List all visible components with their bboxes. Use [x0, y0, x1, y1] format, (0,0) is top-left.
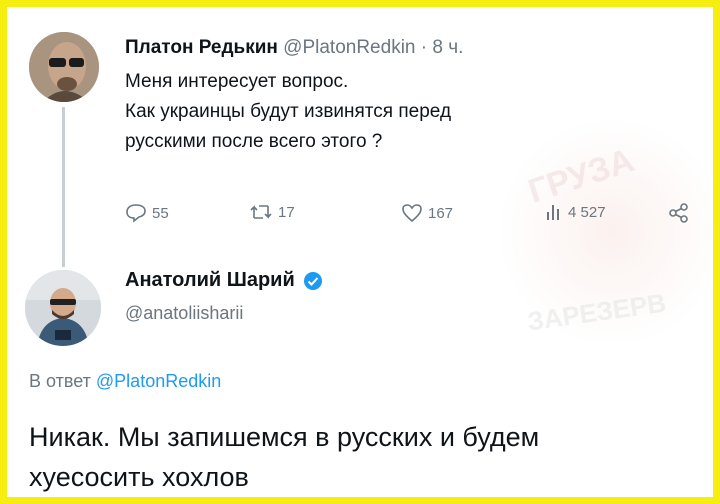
reply-icon — [126, 204, 146, 223]
avatar-anatoliy[interactable] — [25, 270, 101, 346]
tweet2-author-handle[interactable]: @anatoliisharii — [125, 303, 243, 324]
reply-button[interactable]: 55 — [125, 203, 169, 223]
reply-to-line: В ответ @PlatonRedkin — [29, 371, 221, 392]
thread-line — [62, 107, 65, 267]
tweet1-author-name[interactable]: Платон Редькин — [125, 37, 278, 58]
reply-to-prefix: В ответ — [29, 371, 91, 391]
like-button[interactable]: 167 — [401, 203, 453, 223]
tweet1-time[interactable]: · 8 ч. — [421, 37, 464, 58]
tweet1-line: русскими после всего этого ? — [125, 131, 383, 152]
share-icon — [669, 203, 688, 223]
reply-count: 55 — [152, 204, 169, 222]
views-count: 4 527 — [568, 203, 606, 221]
tweet2-author-name[interactable]: Анатолий Шарий — [125, 269, 295, 292]
views-icon — [547, 205, 559, 220]
retweet-button[interactable]: 17 — [249, 203, 295, 221]
views-button[interactable]: 4 527 — [545, 203, 606, 221]
tweet2-line: Никак. Мы запишемся в русских и будем — [29, 422, 540, 452]
tweet1-text: Меня интересует вопрос. Как украинцы буд… — [125, 67, 665, 157]
tweet2-text: Никак. Мы запишемся в русских и будем ху… — [29, 417, 709, 497]
share-button[interactable] — [668, 203, 690, 223]
like-icon — [402, 204, 422, 223]
avatar-platon[interactable] — [29, 32, 99, 102]
retweet-icon — [250, 205, 272, 219]
tweet2-author-row: Анатолий Шарий — [125, 269, 323, 292]
like-count: 167 — [428, 204, 454, 222]
screenshot-frame: ГРУЗА ЗАРЕЗЕРВ Платон Редькин @PlatonRed… — [0, 0, 720, 504]
retweet-count: 17 — [278, 203, 295, 221]
tweet1-actions: 55 17 167 4 527 — [125, 203, 695, 227]
verified-badge-icon — [303, 271, 322, 290]
tweet1-line: Меня интересует вопрос. — [125, 71, 349, 92]
tweet1-line: Как украинцы будут извинятся перед — [125, 101, 452, 122]
tweet1-author-handle[interactable]: @PlatonRedkin — [283, 37, 415, 58]
tweet2-line: хуесосить хохлов — [29, 462, 249, 492]
reply-to-mention[interactable]: @PlatonRedkin — [96, 371, 221, 391]
tweet1-header: Платон Редькин @PlatonRedkin · 8 ч. — [125, 37, 463, 59]
